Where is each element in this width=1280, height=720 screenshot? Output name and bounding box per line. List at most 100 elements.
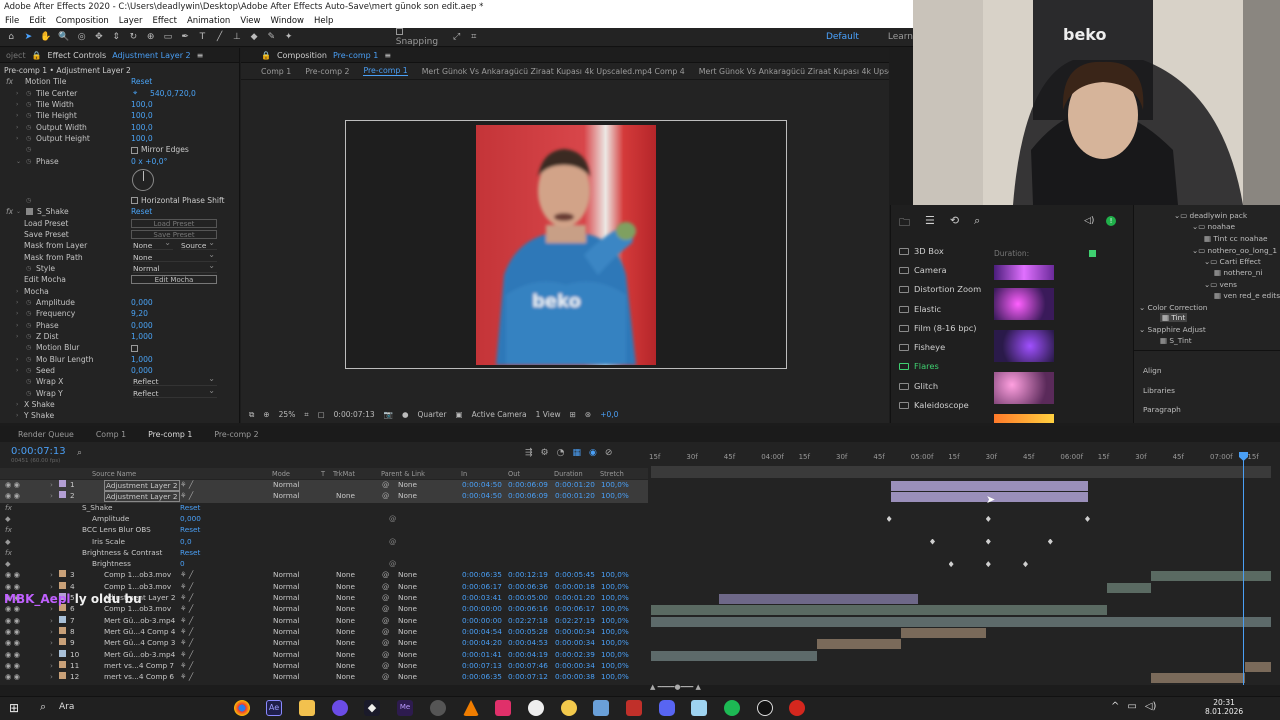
layer-duration-bar[interactable]	[651, 605, 1107, 616]
expand-arrow-icon[interactable]: ›	[50, 582, 53, 591]
parent-select[interactable]: None	[398, 582, 417, 591]
label-color-swatch[interactable]	[59, 660, 66, 668]
switches-icon[interactable]: ⚘ ╱	[180, 672, 193, 681]
layer-name[interactable]: Adjustment Layer 2	[104, 480, 180, 491]
stretch-header[interactable]: Stretch	[600, 470, 624, 478]
store-icon[interactable]	[593, 700, 609, 716]
track-matte-select[interactable]: None	[336, 638, 355, 647]
stretch[interactable]: 100,0%	[601, 570, 629, 579]
in-point[interactable]: 0:00:04:54	[462, 627, 502, 636]
crosshair-icon[interactable]: ⌖	[133, 88, 137, 98]
capcut-icon[interactable]	[495, 700, 511, 716]
dolly-tool-icon[interactable]: ⇕	[111, 32, 121, 43]
app-icon[interactable]	[691, 700, 707, 716]
stopwatch-icon[interactable]: ◷	[26, 390, 31, 397]
motion-tile-effect-row[interactable]: fx Motion Tile Reset	[0, 76, 239, 87]
expand-arrow-icon[interactable]: ⌄	[16, 158, 21, 165]
layer-duration-bar[interactable]	[1244, 661, 1271, 672]
menu-edit[interactable]: Edit	[29, 16, 45, 27]
selection-tool-icon[interactable]: ➤	[23, 32, 33, 43]
stretch[interactable]: 100,0%	[601, 491, 629, 500]
align-panel-tab[interactable]: Align	[1143, 366, 1162, 375]
layer-row[interactable]: ◉ ◉ › 11 mert vs...4 Comp 7 ⚘ ╱ Normal None @ No…	[0, 660, 648, 672]
stopwatch-icon[interactable]: ◷	[26, 356, 31, 363]
track-matte-select[interactable]: None	[336, 672, 355, 681]
pan-tool-icon[interactable]: ✥	[94, 32, 104, 43]
parent-select[interactable]: None	[398, 650, 417, 659]
duration[interactable]: 0:00:00:38	[555, 672, 595, 681]
layer-row[interactable]: ◉ ◉ › 1 Adjustment Layer 2 ⚘ ╱ Normal @ None 0:0…	[0, 480, 648, 492]
search-icon[interactable]: ⌕	[974, 214, 980, 233]
blend-mode-select[interactable]: Normal	[273, 638, 299, 647]
stretch[interactable]: 100,0%	[601, 616, 629, 625]
trkmat-header[interactable]: TrkMat	[333, 470, 355, 478]
blend-mode-select[interactable]: Normal	[273, 570, 299, 579]
blend-mode-select[interactable]: Normal	[273, 672, 299, 681]
layer-duration-bar[interactable]	[651, 616, 1271, 627]
track-matte-select[interactable]: None	[336, 661, 355, 670]
fx-icon[interactable]: fx	[5, 548, 12, 557]
effect-item[interactable]: ▦ S_Tint	[1160, 336, 1192, 345]
layer-duration-bar[interactable]	[1150, 673, 1245, 684]
flare-preset-thumb[interactable]	[994, 265, 1054, 280]
brush-tool-icon[interactable]: ╱	[215, 32, 225, 43]
track-matte-select[interactable]: None	[336, 491, 355, 500]
region-icon[interactable]: ▢	[318, 410, 325, 419]
out-point[interactable]: 0:00:06:09	[508, 480, 548, 489]
pickwhip-icon[interactable]: @	[382, 491, 389, 500]
timeline-timecode[interactable]: 0:00:07:13	[11, 446, 66, 457]
horizontal-phase-shift-checkbox[interactable]	[131, 197, 138, 205]
pre-comp-1-tab[interactable]: Pre-comp 1	[148, 430, 192, 439]
fx-icon[interactable]: fx	[6, 77, 13, 86]
out-point[interactable]: 0:00:06:36	[508, 582, 548, 591]
comp-tab[interactable]: Comp 1	[261, 67, 291, 76]
visibility-eye-icon[interactable]: ◉ ◉	[5, 627, 20, 636]
switches-icon[interactable]: ⚘ ╱	[180, 593, 193, 602]
always-preview-icon[interactable]: ⧉	[249, 410, 254, 420]
switches-icon[interactable]: ⚘ ╱	[180, 570, 193, 579]
effect-category[interactable]: ⌄ Color Correction	[1139, 303, 1207, 312]
expand-arrow-icon[interactable]: ›	[16, 367, 18, 374]
out-point[interactable]: 0:00:04:53	[508, 638, 548, 647]
fx-icon[interactable]: fx	[6, 207, 13, 216]
switches-icon[interactable]: ⚘ ╱	[180, 480, 193, 489]
motion-blur-icon[interactable]: ◉	[589, 448, 597, 458]
network-icon[interactable]: ▭	[1127, 701, 1136, 712]
flare-preset-thumb[interactable]	[994, 288, 1054, 320]
tile-width-value[interactable]: 100,0	[131, 100, 153, 109]
pickwhip-icon[interactable]: @	[382, 661, 389, 670]
duration[interactable]: 0:00:01:20	[555, 480, 595, 489]
taskbar-clock[interactable]: 20:31 8.01.2026	[1205, 698, 1243, 716]
load-preset-button[interactable]: Load Preset	[131, 218, 217, 228]
magnify-icon[interactable]: ⊕	[263, 410, 269, 419]
layer-duration-bar[interactable]	[651, 650, 817, 661]
fx-icon[interactable]: ◆	[5, 559, 11, 568]
pen-tool-icon[interactable]: ✒	[180, 32, 190, 43]
expand-arrow-icon[interactable]: ›	[50, 480, 53, 489]
track-matte-select[interactable]: None	[336, 627, 355, 636]
blend-mode-select[interactable]: Normal	[273, 582, 299, 591]
workspace-learn[interactable]: Learn	[888, 32, 913, 42]
pickwhip-icon[interactable]: @	[389, 514, 396, 523]
stopwatch-icon[interactable]: ◷	[26, 101, 31, 108]
switches-icon[interactable]: ⚘ ╱	[180, 604, 193, 613]
chevron-up-icon[interactable]: ^	[1111, 701, 1119, 712]
y-shake-group[interactable]: Y Shake	[24, 411, 54, 420]
fx-category-film[interactable]: Film (8-16 bpc)	[899, 323, 977, 333]
shy-icon[interactable]: ◔	[557, 448, 565, 458]
expand-arrow-icon[interactable]: ›	[16, 101, 18, 108]
composition-panel-label[interactable]: Composition	[277, 51, 327, 60]
in-point[interactable]: 0:00:06:35	[462, 570, 502, 579]
layer-duration-bar[interactable]	[900, 627, 986, 638]
fx-category-3d-box[interactable]: 3D Box	[899, 246, 944, 256]
preset-folder[interactable]: ⌄▭ vens	[1204, 280, 1237, 289]
label-color-swatch[interactable]	[59, 672, 66, 680]
parent-select[interactable]: None	[398, 661, 417, 670]
flare-preset-thumb[interactable]	[994, 414, 1054, 423]
out-point[interactable]: 0:02:27:18	[508, 616, 548, 625]
expand-arrow-icon[interactable]: ⌄	[16, 208, 21, 215]
fx-icon[interactable]: ◆	[5, 537, 11, 546]
expand-arrow-icon[interactable]: ›	[16, 299, 18, 306]
paragraph-panel-tab[interactable]: Paragraph	[1143, 405, 1181, 414]
blend-mode-select[interactable]: Normal	[273, 616, 299, 625]
